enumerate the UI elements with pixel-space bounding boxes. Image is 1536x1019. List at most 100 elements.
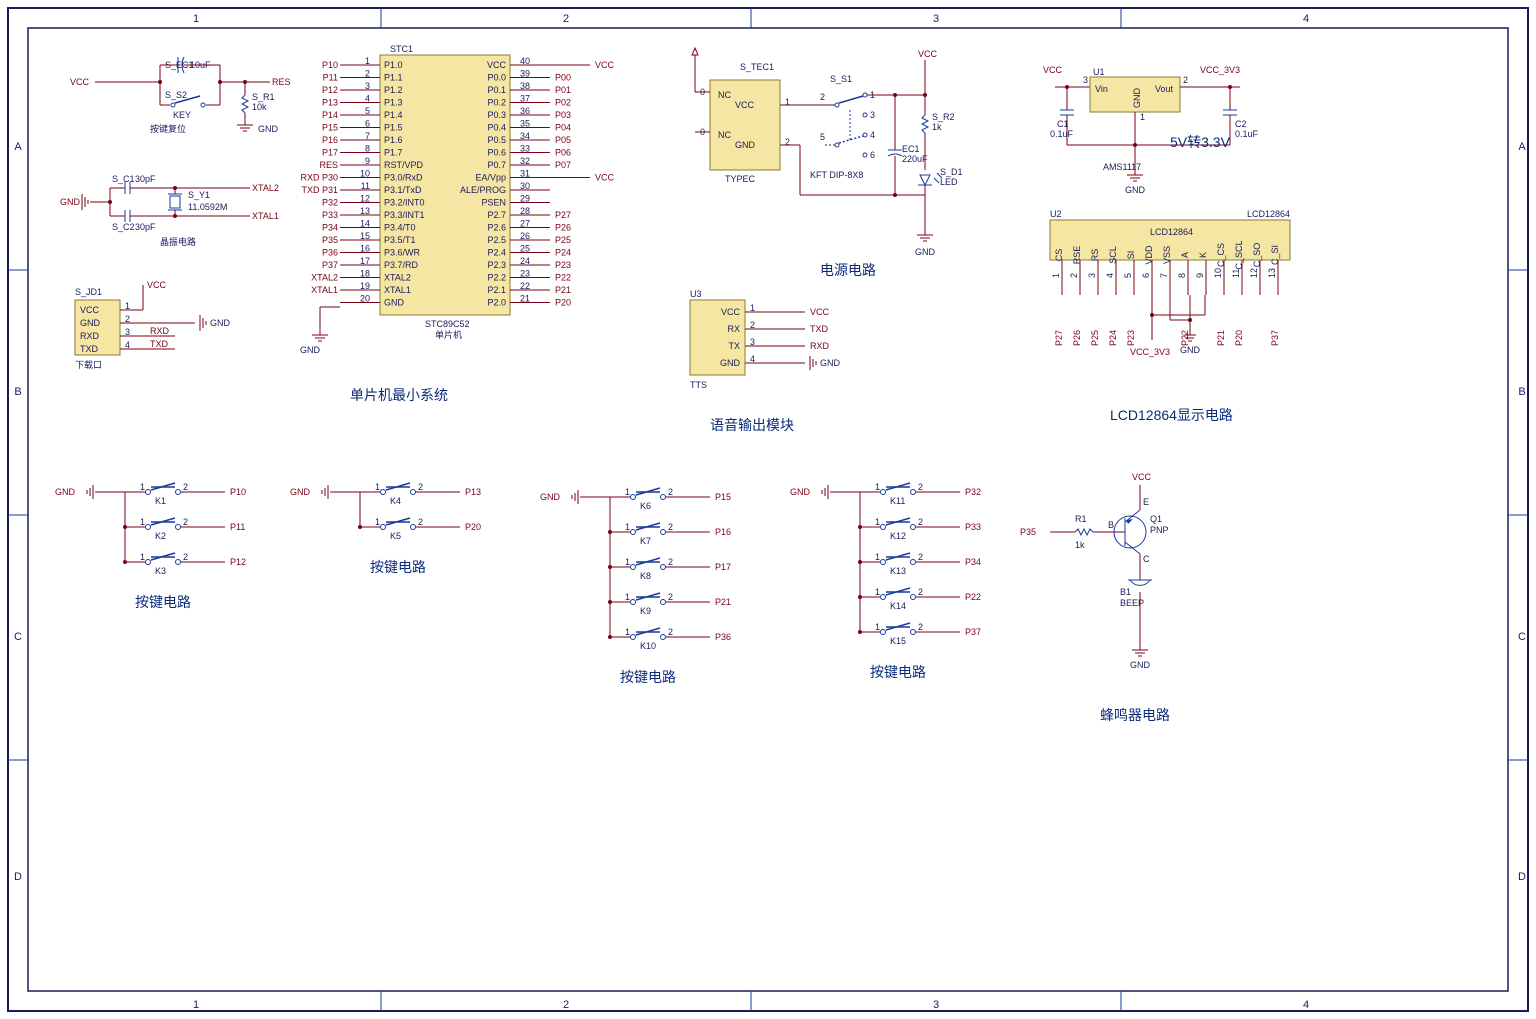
tts-module: U3 VCC1VCCRX2TXDTX3RXDGND4GND TTS	[690, 289, 841, 390]
svg-text:11: 11	[1231, 269, 1241, 278]
svg-text:4: 4	[1105, 273, 1115, 278]
svg-text:S_S1: S_S1	[830, 74, 852, 84]
svg-text:1: 1	[625, 522, 630, 532]
svg-text:8: 8	[365, 144, 370, 154]
svg-text:P11: P11	[323, 73, 338, 83]
svg-text:P13: P13	[465, 487, 481, 497]
svg-text:2: 2	[125, 314, 130, 324]
svg-text:K14: K14	[890, 601, 906, 611]
svg-text:31: 31	[520, 169, 530, 179]
svg-text:1: 1	[875, 517, 880, 527]
svg-text:U1: U1	[1093, 67, 1105, 77]
svg-text:KFT DIP-8X8: KFT DIP-8X8	[810, 170, 863, 180]
svg-text:1: 1	[875, 587, 880, 597]
keys-group-4: GND1K112P321K122P331K132P341K142P221K152…	[790, 482, 981, 680]
svg-text:C: C	[14, 631, 22, 643]
svg-text:RES: RES	[272, 77, 291, 87]
svg-text:GND: GND	[1180, 345, 1201, 355]
svg-text:KEY: KEY	[173, 110, 191, 120]
svg-text:2: 2	[418, 482, 423, 492]
svg-text:VCC: VCC	[80, 305, 100, 315]
svg-text:19: 19	[360, 281, 370, 291]
svg-text:S_Y1: S_Y1	[188, 190, 210, 200]
svg-text:K10: K10	[640, 641, 656, 651]
svg-text:P3.5/T1: P3.5/T1	[384, 235, 416, 245]
svg-text:P16: P16	[322, 135, 338, 145]
svg-text:20: 20	[360, 294, 370, 304]
svg-text:VCC_3V3: VCC_3V3	[1130, 347, 1170, 357]
svg-text:P3.1/TxD: P3.1/TxD	[384, 185, 422, 195]
svg-text:30pF: 30pF	[135, 222, 156, 232]
svg-text:24: 24	[520, 256, 530, 266]
svg-text:P1.7: P1.7	[384, 148, 403, 158]
svg-text:RXD: RXD	[810, 341, 830, 351]
svg-text:P20: P20	[555, 298, 571, 308]
buzzer-title: 蜂鸣器电路	[1100, 707, 1170, 723]
svg-text:S_TEC1: S_TEC1	[740, 62, 774, 72]
svg-text:P17: P17	[715, 562, 731, 572]
svg-text:21: 21	[520, 294, 530, 304]
svg-text:3: 3	[933, 13, 939, 25]
svg-text:33: 33	[520, 144, 530, 154]
svg-text:2: 2	[668, 522, 673, 532]
svg-text:P37: P37	[322, 260, 338, 270]
svg-text:P33: P33	[965, 522, 981, 532]
svg-text:NC: NC	[718, 130, 731, 140]
svg-text:P0.2: P0.2	[487, 98, 506, 108]
svg-text:2: 2	[563, 13, 569, 25]
svg-text:5V转3.3V: 5V转3.3V	[1170, 134, 1231, 150]
svg-text:P27: P27	[555, 210, 571, 220]
svg-text:RXD: RXD	[80, 331, 100, 341]
svg-text:8: 8	[1177, 273, 1187, 278]
gnd-icon	[237, 125, 253, 131]
svg-text:STC89C52: STC89C52	[425, 319, 470, 329]
svg-text:GND: GND	[820, 358, 841, 368]
svg-text:1: 1	[193, 999, 199, 1011]
svg-text:P05: P05	[555, 135, 571, 145]
svg-text:22: 22	[520, 281, 530, 291]
svg-text:B: B	[1108, 520, 1114, 530]
svg-text:P03: P03	[555, 110, 571, 120]
svg-text:11: 11	[361, 181, 370, 191]
svg-text:7: 7	[1159, 273, 1169, 278]
svg-text:37: 37	[520, 94, 530, 104]
svg-text:TTS: TTS	[690, 380, 707, 390]
svg-text:4: 4	[365, 94, 370, 104]
svg-text:TX: TX	[728, 341, 740, 351]
svg-text:13: 13	[360, 206, 370, 216]
svg-text:5: 5	[365, 106, 370, 116]
svg-text:P2.6: P2.6	[487, 223, 506, 233]
svg-text:9: 9	[365, 156, 370, 166]
svg-text:5: 5	[820, 132, 825, 142]
svg-text:P23: P23	[555, 260, 571, 270]
svg-text:34: 34	[520, 131, 530, 141]
svg-text:VCC: VCC	[721, 307, 741, 317]
svg-text:GND: GND	[1132, 88, 1142, 109]
svg-text:GND: GND	[720, 358, 741, 368]
svg-text:STC1: STC1	[390, 44, 413, 54]
svg-text:220uF: 220uF	[902, 154, 928, 164]
svg-text:1: 1	[140, 552, 145, 562]
svg-text:P1.2: P1.2	[384, 85, 403, 95]
svg-text:P17: P17	[322, 148, 338, 158]
svg-text:单片机: 单片机	[435, 329, 462, 340]
svg-text:A: A	[14, 141, 22, 153]
svg-text:P36: P36	[715, 632, 731, 642]
svg-text:P3.4/T0: P3.4/T0	[384, 223, 416, 233]
svg-text:2: 2	[183, 517, 188, 527]
svg-text:2: 2	[668, 627, 673, 637]
svg-text:1: 1	[875, 622, 880, 632]
svg-text:1: 1	[875, 482, 880, 492]
svg-text:K8: K8	[640, 571, 651, 581]
svg-text:29: 29	[520, 194, 530, 204]
svg-text:P06: P06	[555, 148, 571, 158]
svg-text:P3.3/INT1: P3.3/INT1	[384, 210, 425, 220]
svg-text:P0.5: P0.5	[487, 135, 506, 145]
svg-text:E: E	[1143, 497, 1149, 507]
svg-text:18: 18	[360, 269, 370, 279]
svg-text:GND: GND	[384, 298, 405, 308]
svg-text:11.0592M: 11.0592M	[188, 202, 227, 212]
power-title: 电源电路	[820, 262, 876, 278]
svg-text:GND: GND	[1130, 660, 1151, 670]
svg-text:6: 6	[1141, 273, 1151, 278]
